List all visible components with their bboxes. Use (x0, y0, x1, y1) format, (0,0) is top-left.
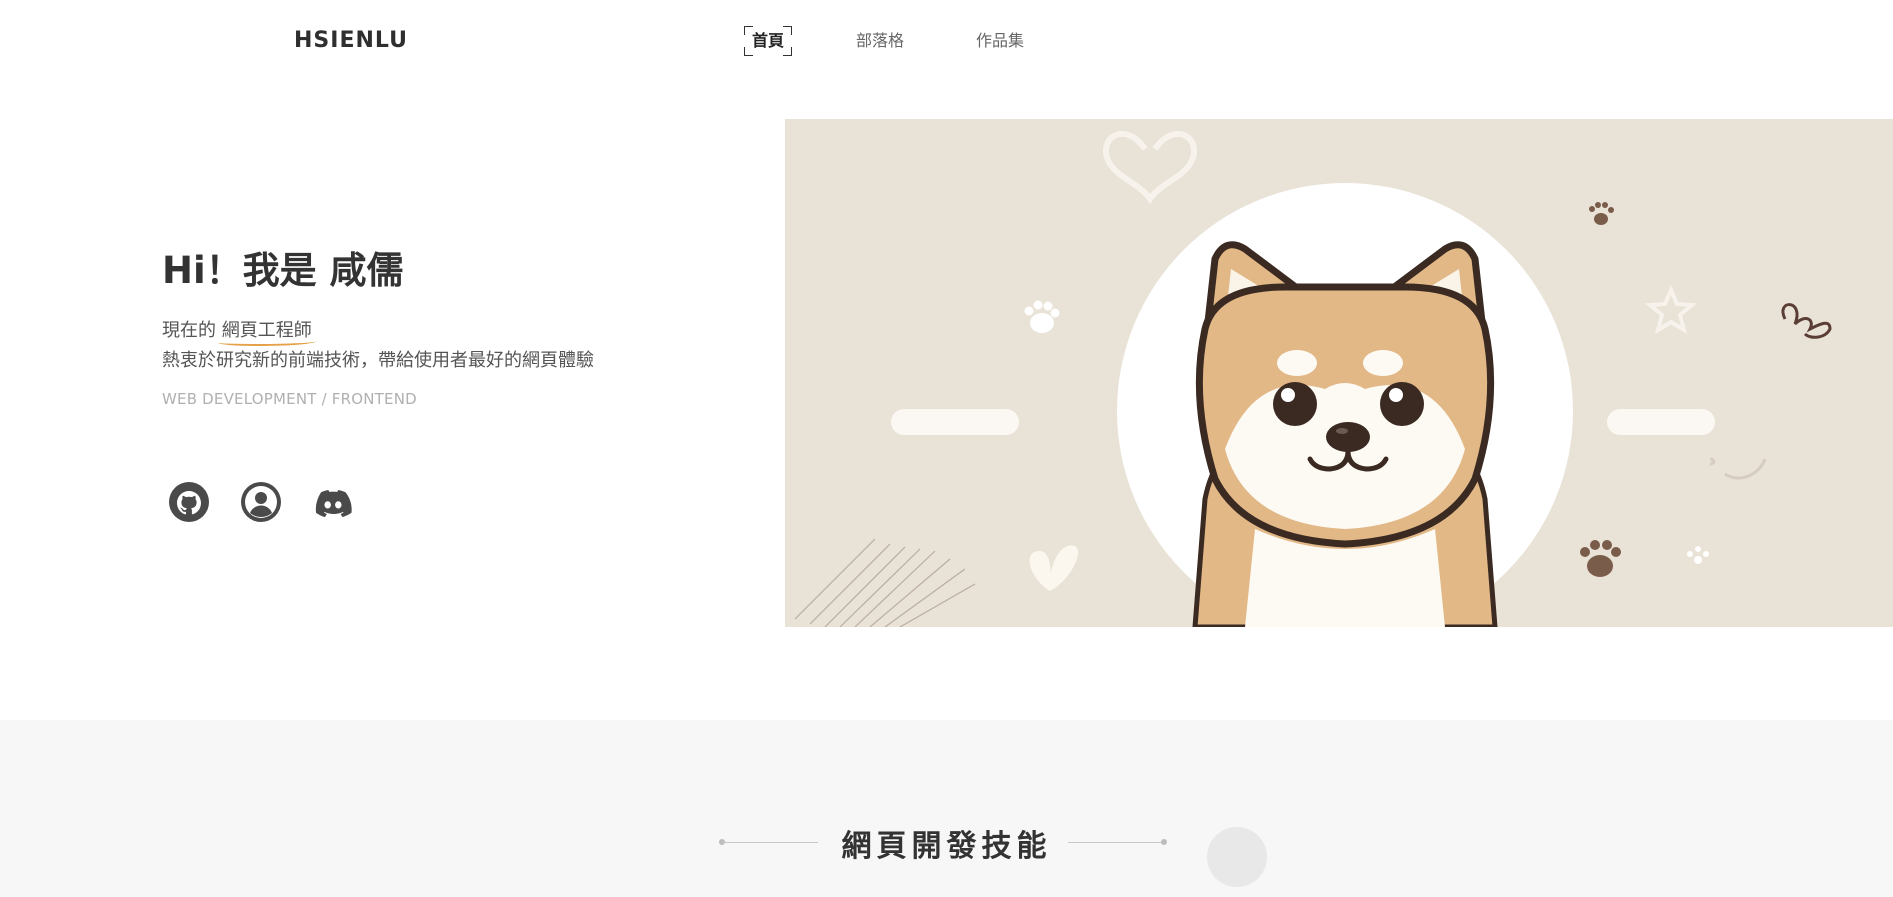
nav-home-label: 首頁 (752, 31, 785, 50)
nav-blog[interactable]: 部落格 (856, 26, 904, 56)
discord-icon (315, 490, 352, 518)
hero-role-prefix: 現在的 (162, 320, 222, 341)
hero-title: Hi！我是 咸儒 (162, 249, 404, 292)
nav-blog-label: 部落格 (856, 31, 905, 50)
title-right-line (1068, 842, 1164, 843)
title-right-dot (1161, 839, 1167, 845)
hero-subtitle: WEB DEVELOPMENT / FRONTEND (162, 390, 417, 408)
nav-portfolio-label: 作品集 (976, 31, 1025, 50)
scroll-button[interactable] (1207, 827, 1267, 887)
github-link[interactable] (168, 481, 210, 523)
user-circle-icon (241, 482, 281, 522)
hero-description: 熱衷於研究新的前端技術，帶給使用者最好的網頁體驗 (162, 350, 594, 371)
skills-section: 網頁開發技能 (0, 720, 1893, 897)
site-logo[interactable]: HSIENLU (294, 28, 408, 53)
profile-link[interactable] (240, 481, 282, 523)
skills-title: 網頁開發技能 (841, 829, 1052, 864)
discord-link[interactable] (312, 481, 354, 523)
shiba-dog-illustration (785, 119, 1893, 627)
nav-portfolio[interactable]: 作品集 (976, 26, 1024, 56)
hero-role-highlight: 網頁工程師 (217, 316, 316, 346)
hero-role-line: 現在的 網頁工程師 (162, 316, 316, 346)
github-icon (169, 482, 209, 522)
hero-illustration (785, 119, 1893, 627)
nav-home[interactable]: 首頁 (743, 26, 793, 56)
